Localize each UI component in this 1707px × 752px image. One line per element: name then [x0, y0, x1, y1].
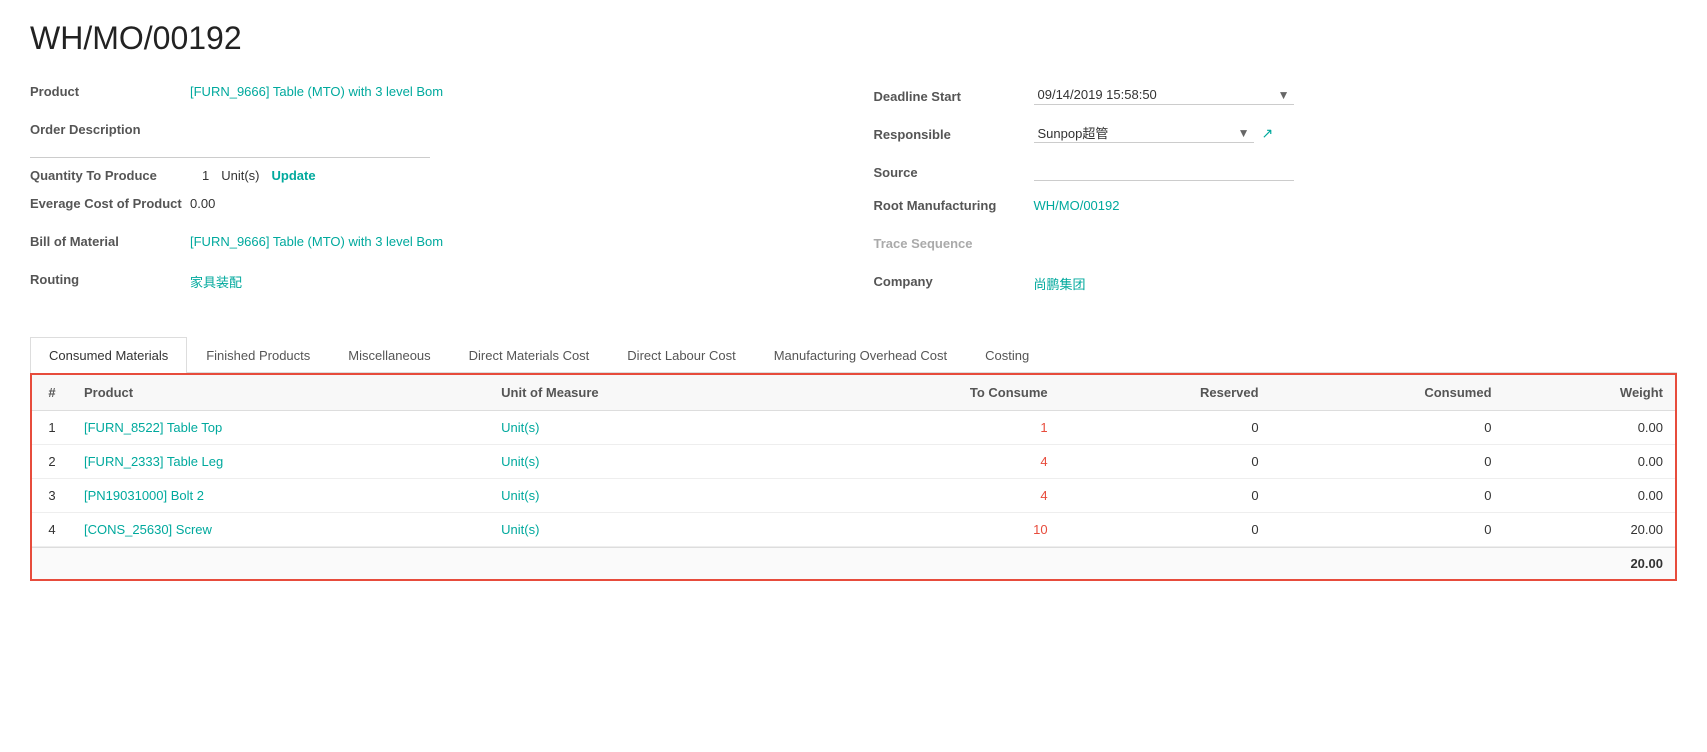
cell-product-4[interactable]: [CONS_25630] Screw	[72, 513, 489, 547]
update-button[interactable]: Update	[272, 168, 316, 183]
cell-toconsume-2: 4	[800, 445, 1060, 479]
tab-direct-labour-cost[interactable]: Direct Labour Cost	[608, 337, 754, 373]
cell-consumed-2: 0	[1271, 445, 1504, 479]
source-input[interactable]	[1034, 161, 1294, 181]
cell-consumed-4: 0	[1271, 513, 1504, 547]
consumed-materials-table: # Product Unit of Measure To Consume Res…	[30, 373, 1677, 581]
cell-toconsume-4: 10	[800, 513, 1060, 547]
everage-cost-row: Everage Cost of Product 0.00	[30, 193, 834, 221]
responsible-ext-link-icon[interactable]: ↗	[1262, 125, 1274, 142]
routing-value[interactable]: 家具装配	[190, 269, 242, 291]
responsible-row: Responsible ▼ ↗	[874, 119, 1678, 147]
form-section: Product [FURN_9666] Table (MTO) with 3 l…	[30, 81, 1677, 309]
cell-product-3[interactable]: [PN19031000] Bolt 2	[72, 479, 489, 513]
tab-consumed-materials[interactable]: Consumed Materials	[30, 337, 187, 373]
table-row: 3 [PN19031000] Bolt 2 Unit(s) 4 0 0 0.00	[32, 479, 1675, 513]
cell-uom-3[interactable]: Unit(s)	[489, 479, 799, 513]
col-header-consumed: Consumed	[1271, 375, 1504, 411]
tab-miscellaneous[interactable]: Miscellaneous	[329, 337, 449, 373]
cell-reserved-3: 0	[1060, 479, 1271, 513]
responsible-label: Responsible	[874, 124, 1034, 142]
company-value[interactable]: 尚鹏集团	[1034, 271, 1086, 293]
form-left: Product [FURN_9666] Table (MTO) with 3 l…	[30, 81, 834, 309]
cell-product-2[interactable]: [FURN_2333] Table Leg	[72, 445, 489, 479]
qty-value: 1	[202, 168, 209, 183]
cell-toconsume-1: 1	[800, 411, 1060, 445]
order-desc-row: Order Description	[30, 119, 834, 147]
deadline-input[interactable]	[1034, 85, 1294, 105]
tab-manufacturing-overhead-cost[interactable]: Manufacturing Overhead Cost	[755, 337, 966, 373]
product-value[interactable]: [FURN_9666] Table (MTO) with 3 level Bom	[190, 81, 443, 99]
cell-toconsume-3: 4	[800, 479, 1060, 513]
root-mfg-value[interactable]: WH/MO/00192	[1034, 195, 1120, 213]
table-row: 1 [FURN_8522] Table Top Unit(s) 1 0 0 0.…	[32, 411, 1675, 445]
tab-costing[interactable]: Costing	[966, 337, 1048, 373]
cell-num-2: 2	[32, 445, 72, 479]
cell-uom-1[interactable]: Unit(s)	[489, 411, 799, 445]
col-header-num: #	[32, 375, 72, 411]
cell-num-4: 4	[32, 513, 72, 547]
routing-row: Routing 家具装配	[30, 269, 834, 297]
responsible-input[interactable]	[1034, 123, 1254, 143]
tabs-bar: Consumed Materials Finished Products Mis…	[30, 337, 1677, 373]
cell-consumed-1: 0	[1271, 411, 1504, 445]
order-desc-label: Order Description	[30, 119, 190, 137]
responsible-select-wrap: ▼	[1034, 123, 1254, 143]
cell-num-3: 3	[32, 479, 72, 513]
table-row: 2 [FURN_2333] Table Leg Unit(s) 4 0 0 0.…	[32, 445, 1675, 479]
col-header-to-consume: To Consume	[800, 375, 1060, 411]
routing-label: Routing	[30, 269, 190, 287]
col-header-weight: Weight	[1504, 375, 1675, 411]
company-row: Company 尚鹏集团	[874, 271, 1678, 299]
qty-row: Quantity To Produce 1 Unit(s) Update	[30, 168, 834, 183]
everage-cost-value: 0.00	[190, 193, 215, 211]
deadline-label: Deadline Start	[874, 86, 1034, 104]
col-header-reserved: Reserved	[1060, 375, 1271, 411]
table-header-row: # Product Unit of Measure To Consume Res…	[32, 375, 1675, 411]
cell-uom-4[interactable]: Unit(s)	[489, 513, 799, 547]
company-label: Company	[874, 271, 1034, 289]
cell-reserved-1: 0	[1060, 411, 1271, 445]
deadline-row: Deadline Start ▼	[874, 81, 1678, 109]
tab-finished-products[interactable]: Finished Products	[187, 337, 329, 373]
cell-reserved-4: 0	[1060, 513, 1271, 547]
responsible-inner: ▼ ↗	[1034, 123, 1274, 143]
qty-unit: Unit(s)	[221, 168, 259, 183]
trace-label: Trace Sequence	[874, 233, 1034, 251]
source-row: Source	[874, 157, 1678, 185]
cell-weight-3: 0.00	[1504, 479, 1675, 513]
bill-label: Bill of Material	[30, 231, 190, 249]
cell-consumed-3: 0	[1271, 479, 1504, 513]
cell-num-1: 1	[32, 411, 72, 445]
bill-value[interactable]: [FURN_9666] Table (MTO) with 3 level Bom	[190, 231, 443, 249]
qty-label: Quantity To Produce	[30, 168, 190, 183]
order-desc-underline	[30, 157, 430, 158]
source-label: Source	[874, 162, 1034, 180]
page-title: WH/MO/00192	[30, 20, 1677, 57]
col-header-uom: Unit of Measure	[489, 375, 799, 411]
deadline-select-wrap: ▼	[1034, 85, 1294, 105]
cell-uom-2[interactable]: Unit(s)	[489, 445, 799, 479]
trace-row: Trace Sequence	[874, 233, 1678, 261]
product-label: Product	[30, 81, 190, 99]
cell-weight-4: 20.00	[1504, 513, 1675, 547]
bill-row: Bill of Material [FURN_9666] Table (MTO)…	[30, 231, 834, 259]
root-mfg-label: Root Manufacturing	[874, 195, 1034, 213]
tab-direct-materials-cost[interactable]: Direct Materials Cost	[450, 337, 609, 373]
product-row: Product [FURN_9666] Table (MTO) with 3 l…	[30, 81, 834, 109]
everage-cost-label: Everage Cost of Product	[30, 193, 190, 211]
cell-weight-1: 0.00	[1504, 411, 1675, 445]
table-row: 4 [CONS_25630] Screw Unit(s) 10 0 0 20.0…	[32, 513, 1675, 547]
cell-reserved-2: 0	[1060, 445, 1271, 479]
table-footer: 20.00	[32, 547, 1675, 579]
root-mfg-row: Root Manufacturing WH/MO/00192	[874, 195, 1678, 223]
table-footer-total: 20.00	[1583, 556, 1663, 571]
form-right: Deadline Start ▼ Responsible ▼ ↗ Source	[874, 81, 1678, 309]
cell-product-1[interactable]: [FURN_8522] Table Top	[72, 411, 489, 445]
col-header-product: Product	[72, 375, 489, 411]
cell-weight-2: 0.00	[1504, 445, 1675, 479]
